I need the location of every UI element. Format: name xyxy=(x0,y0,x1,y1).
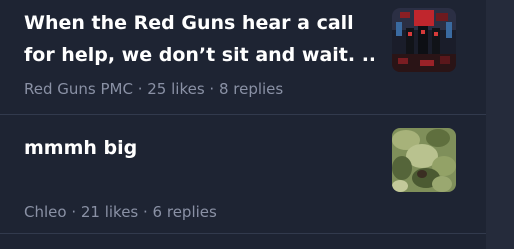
post-title-line: When the Red Guns hear a call xyxy=(24,12,354,34)
green-camo-thumbnail-icon xyxy=(392,128,456,192)
post-title-line: for help, we don’t sit and wait. ... xyxy=(24,44,374,66)
dark-red-soldiers-thumbnail-icon xyxy=(392,8,456,72)
post-meta: Red Guns PMC · 25 likes · 8 replies xyxy=(24,80,284,98)
post-thumbnail[interactable] xyxy=(392,8,456,72)
post-meta: Chleo · 21 likes · 6 replies xyxy=(24,203,217,221)
post-title[interactable]: When the Red Guns hear a call for help, … xyxy=(24,7,374,71)
post-feed: When the Red Guns hear a call for help, … xyxy=(0,0,486,249)
post-item[interactable]: When the Red Guns hear a call for help, … xyxy=(0,0,486,115)
post-thumbnail[interactable] xyxy=(392,128,456,192)
feed-bottom-strip xyxy=(0,234,486,249)
post-item[interactable]: mmmh big Chleo · 21 likes · 6 replies xyxy=(0,115,486,234)
post-title[interactable]: mmmh big xyxy=(24,132,374,164)
scrollbar-track[interactable] xyxy=(486,0,514,249)
